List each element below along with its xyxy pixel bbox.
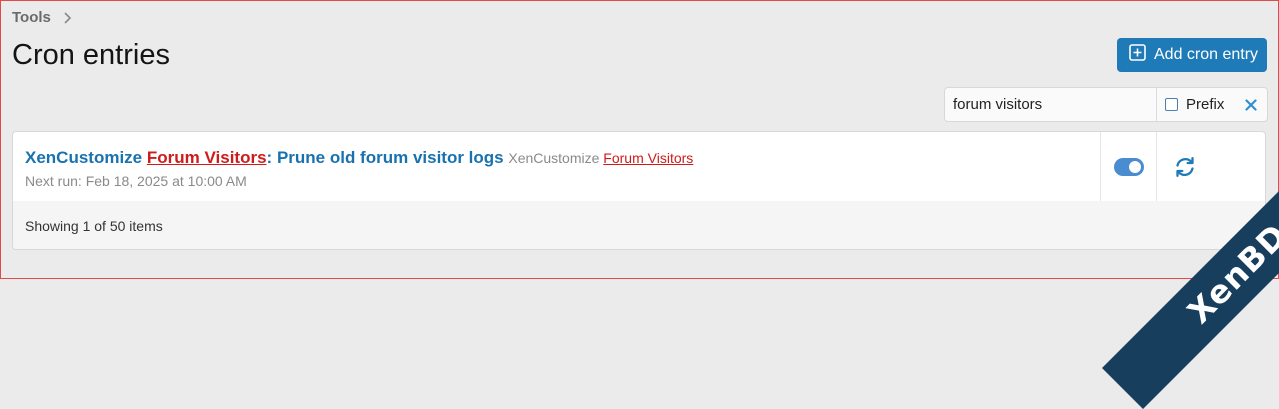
cron-entry-name: Prune old forum visitor logs (276, 148, 504, 167)
add-cron-entry-label: Add cron entry (1154, 46, 1259, 63)
page-title: Cron entries (12, 39, 170, 71)
refresh-icon (1176, 156, 1194, 177)
toggle-cell (1100, 132, 1157, 201)
cron-entry-list: XenCustomize Forum Visitors: Prune old f… (12, 131, 1266, 250)
run-now-button[interactable] (1156, 132, 1213, 201)
cron-entry-title[interactable]: XenCustomize Forum Visitors: Prune old f… (25, 148, 693, 168)
clear-filter-button[interactable] (1235, 88, 1267, 121)
add-cron-entry-button[interactable]: Add cron entry (1117, 38, 1267, 72)
source-addon-prefix: XenCustomize (508, 150, 600, 166)
plus-square-icon (1129, 44, 1146, 66)
next-run-text: Next run: Feb 18, 2025 at 10:00 AM (25, 173, 247, 189)
list-footer: Showing 1 of 50 items (13, 201, 1265, 249)
prefix-checkbox[interactable]: Prefix (1157, 88, 1235, 121)
filter-input[interactable] (945, 88, 1157, 121)
source-addon-highlight: Forum Visitors (603, 150, 694, 166)
prefix-label: Prefix (1186, 96, 1225, 113)
close-icon (1245, 98, 1257, 111)
enable-toggle[interactable] (1114, 157, 1144, 176)
checkbox-icon (1165, 98, 1178, 111)
breadcrumb-item-tools[interactable]: Tools (12, 9, 51, 26)
filter-bar: Prefix (944, 87, 1268, 122)
addon-highlight: Forum Visitors (146, 148, 267, 167)
title-colon: : (266, 148, 273, 167)
source-addon: XenCustomize Forum Visitors (508, 150, 693, 166)
list-item: XenCustomize Forum Visitors: Prune old f… (13, 132, 1265, 202)
chevron-right-icon (63, 11, 72, 25)
cron-entry-main[interactable]: XenCustomize Forum Visitors: Prune old f… (25, 148, 693, 189)
breadcrumb: Tools (12, 9, 72, 26)
addon-prefix: XenCustomize (25, 148, 143, 167)
